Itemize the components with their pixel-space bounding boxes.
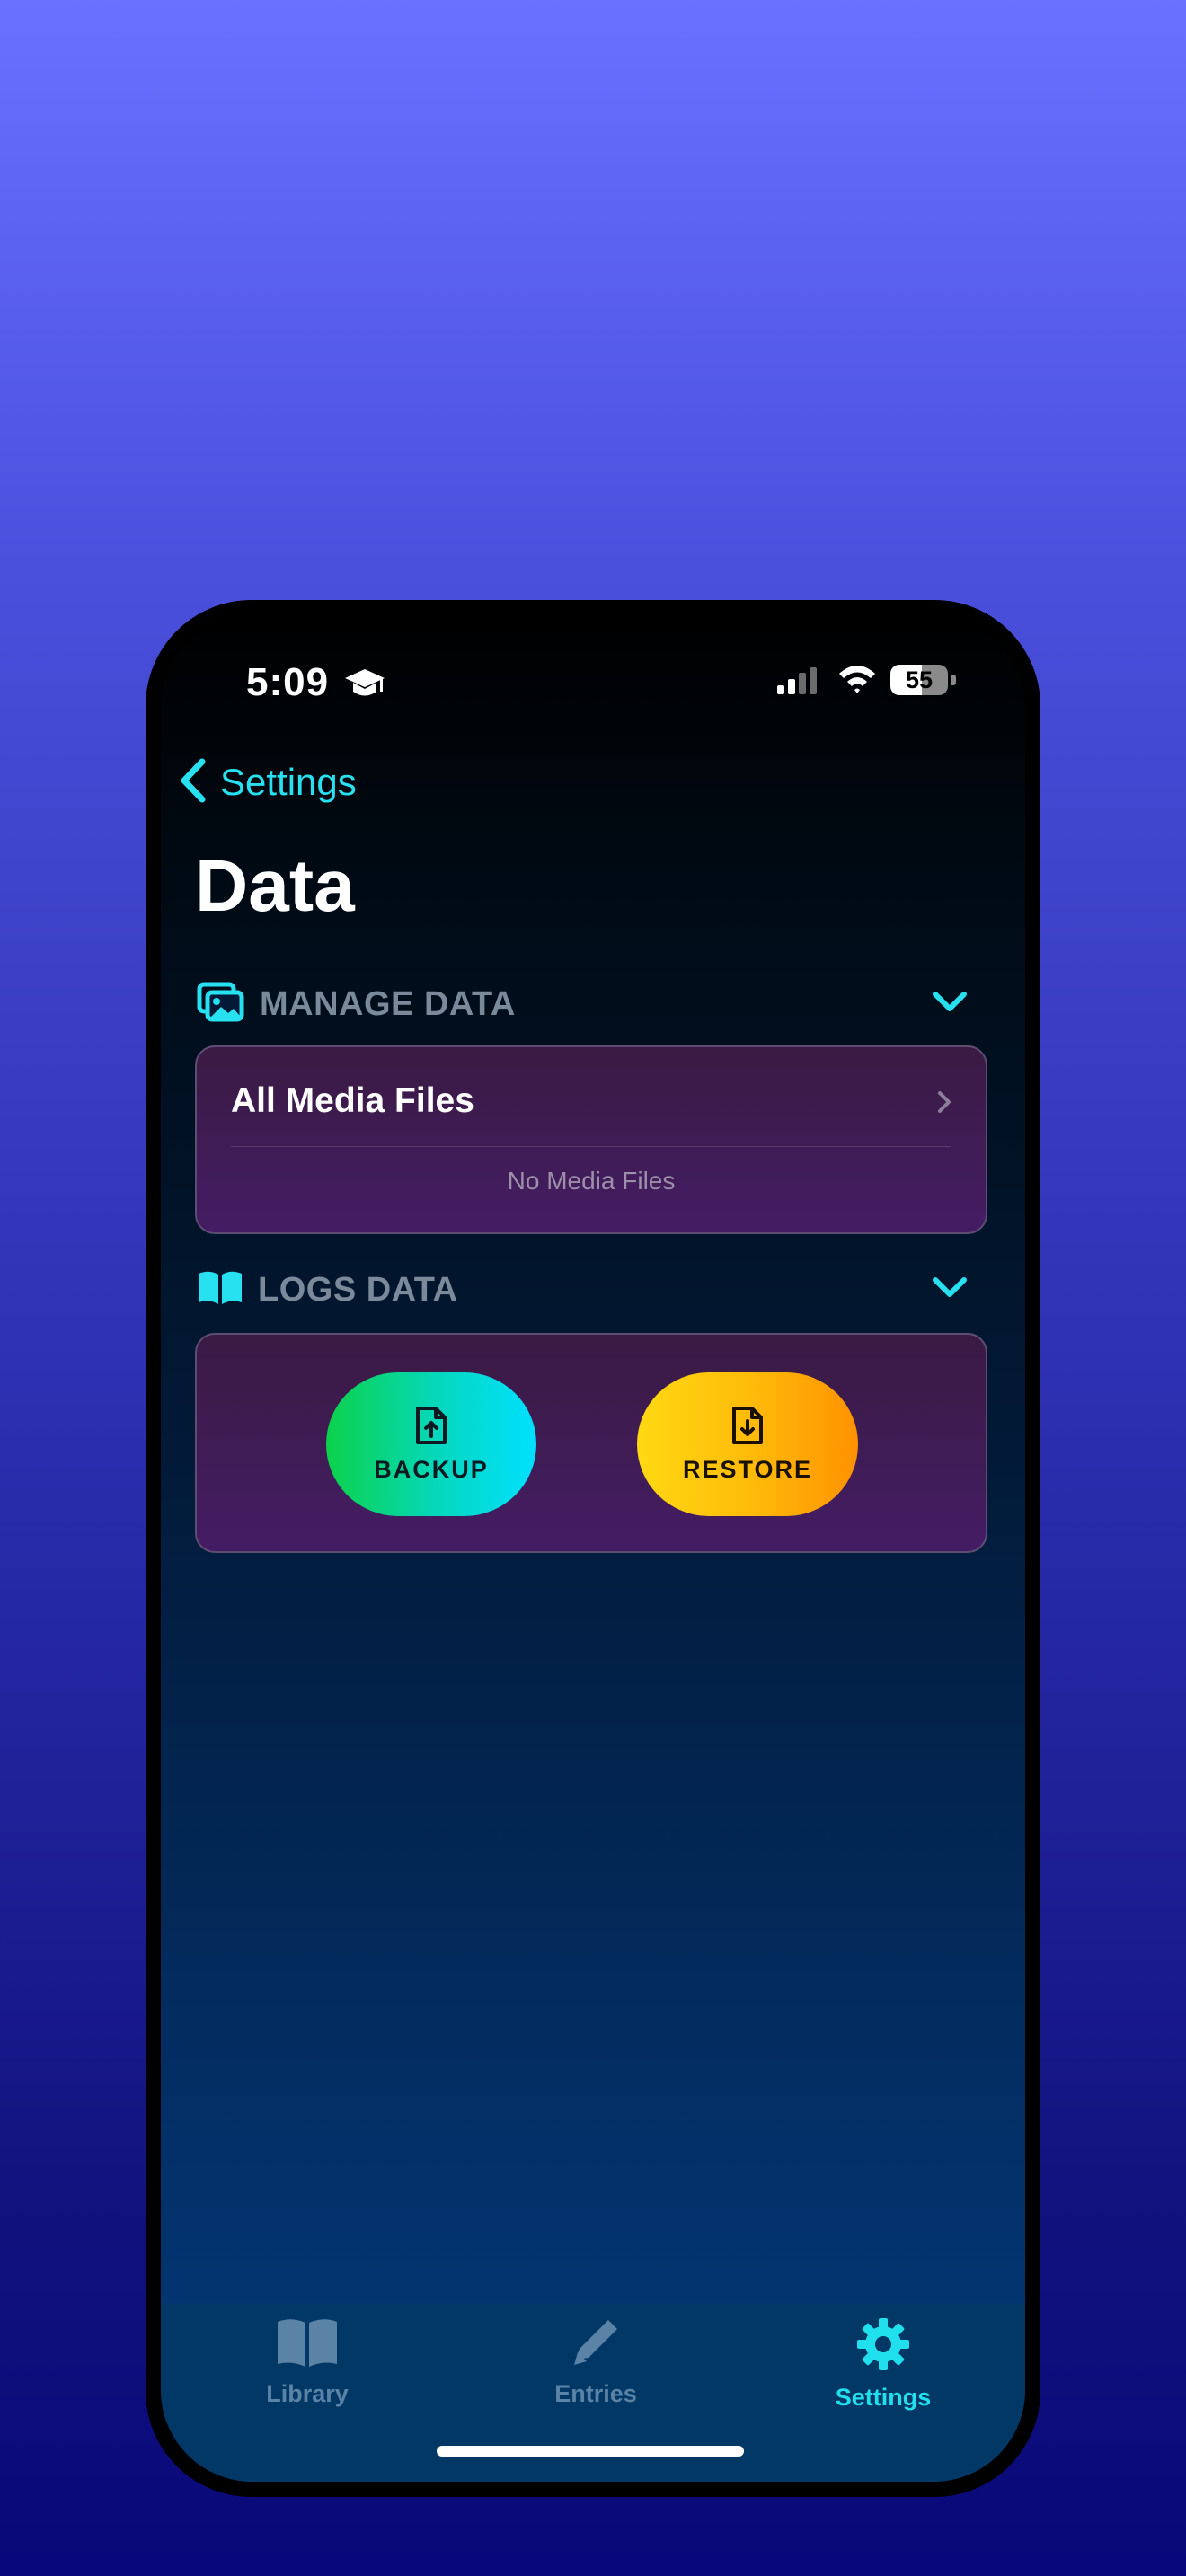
photo-stack-icon (197, 982, 245, 1028)
backup-label: BACKUP (374, 1456, 489, 1483)
status-time: 5:09 (246, 660, 330, 704)
graduation-cap-icon (343, 666, 386, 706)
tab-library[interactable]: Library (217, 2316, 397, 2415)
manage-data-title: MANAGE DATA (260, 984, 516, 1023)
restore-button[interactable]: RESTORE (637, 1372, 858, 1516)
book-icon (275, 2319, 340, 2372)
tab-settings-label: Settings (835, 2384, 932, 2411)
tab-settings[interactable]: Settings (793, 2316, 973, 2415)
tab-library-label: Library (266, 2380, 349, 2407)
tab-bar: Library Entries Settings (161, 2304, 1025, 2482)
gear-icon (855, 2318, 911, 2376)
file-upload-icon (414, 1405, 448, 1451)
restore-label: RESTORE (682, 1456, 813, 1483)
battery-indicator: 55 (890, 665, 948, 695)
manage-data-card: All Media Files No Media Files (195, 1045, 987, 1234)
phone-frame: 5:09 55 Settings Data MANAGE DATA All Me… (146, 600, 1040, 2497)
tab-entries[interactable]: Entries (506, 2316, 686, 2415)
logs-data-card: BACKUP RESTORE (195, 1333, 987, 1553)
all-media-files-label: All Media Files (231, 1081, 474, 1120)
cellular-signal-icon (777, 667, 820, 699)
backup-button[interactable]: BACKUP (326, 1372, 536, 1516)
all-media-files-row[interactable]: All Media Files (231, 1074, 951, 1128)
wifi-icon (837, 663, 877, 700)
tab-entries-label: Entries (554, 2380, 637, 2407)
battery-tip (951, 675, 956, 685)
chevron-left-icon (179, 758, 208, 807)
open-book-icon (197, 1270, 243, 1310)
home-indicator[interactable] (437, 2446, 744, 2457)
app-screen: 5:09 55 Settings Data MANAGE DATA All Me… (161, 615, 1025, 2482)
logs-data-header[interactable]: LOGS DATA (197, 1263, 996, 1317)
chevron-down-icon (932, 1275, 968, 1303)
manage-data-header[interactable]: MANAGE DATA (197, 977, 996, 1031)
page-title: Data (195, 845, 355, 927)
pencil-icon (569, 2320, 623, 2372)
chevron-down-icon (932, 990, 968, 1018)
back-button[interactable]: Settings (179, 757, 357, 807)
logs-data-title: LOGS DATA (258, 1270, 458, 1309)
divider (231, 1146, 951, 1147)
back-label: Settings (220, 761, 357, 803)
status-bar: 5:09 55 (161, 660, 1025, 714)
chevron-right-icon (937, 1090, 951, 1118)
empty-state-text: No Media Files (507, 1167, 676, 1195)
file-download-icon (730, 1405, 765, 1451)
